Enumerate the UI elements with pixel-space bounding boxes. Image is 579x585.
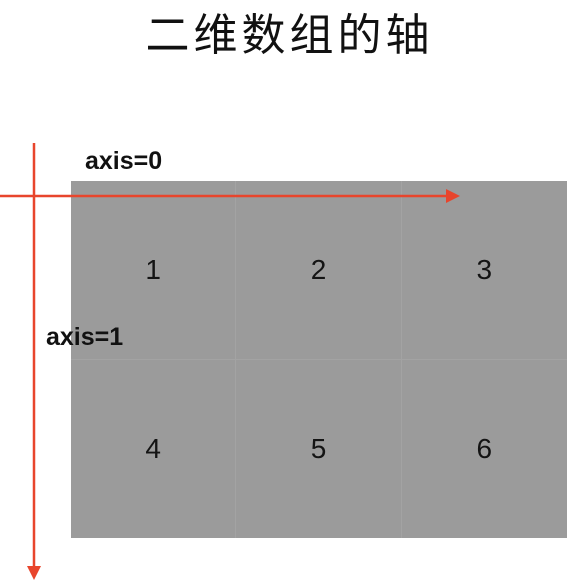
axis1-label: axis=1 — [46, 323, 124, 351]
axis0-arrowhead — [446, 189, 460, 203]
axis0-label: axis=0 — [85, 147, 163, 175]
axis-arrows — [0, 143, 460, 580]
axis1-arrowhead — [27, 566, 41, 580]
